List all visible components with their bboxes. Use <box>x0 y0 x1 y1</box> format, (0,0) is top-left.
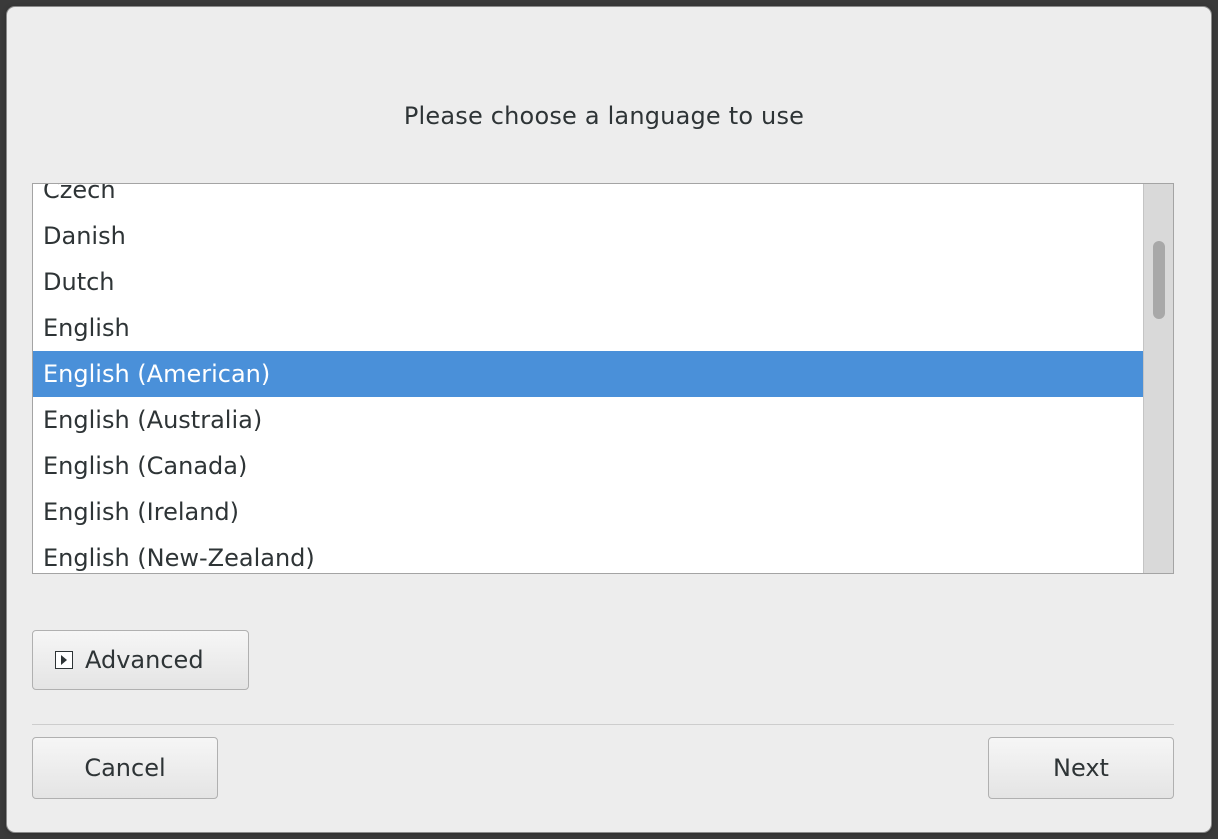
next-button[interactable]: Next <box>988 737 1174 799</box>
language-list[interactable]: Czech Danish Dutch English English (Amer… <box>32 183 1174 574</box>
cancel-button[interactable]: Cancel <box>32 737 218 799</box>
list-item-english-canada[interactable]: English (Canada) <box>33 443 1143 489</box>
list-scrollbar[interactable] <box>1143 184 1173 573</box>
scrollbar-thumb[interactable] <box>1153 241 1165 319</box>
cancel-label: Cancel <box>84 754 166 782</box>
list-item-english-australia[interactable]: English (Australia) <box>33 397 1143 443</box>
footer-separator <box>32 724 1174 725</box>
list-item-english[interactable]: English <box>33 305 1143 351</box>
list-item-english-new-zealand[interactable]: English (New-Zealand) <box>33 535 1143 573</box>
dialog-title: Please choose a language to use <box>403 102 805 130</box>
language-dialog: Please choose a language to use Czech Da… <box>7 7 1211 832</box>
advanced-label: Advanced <box>85 646 204 674</box>
list-item-english-american[interactable]: English (American) <box>33 351 1143 397</box>
list-item-czech[interactable]: Czech <box>33 184 1143 213</box>
advanced-button[interactable]: Advanced <box>32 630 249 690</box>
language-list-rows: Czech Danish Dutch English English (Amer… <box>33 184 1143 573</box>
list-item-danish[interactable]: Danish <box>33 213 1143 259</box>
list-item-english-ireland[interactable]: English (Ireland) <box>33 489 1143 535</box>
next-label: Next <box>1053 754 1109 782</box>
list-item-dutch[interactable]: Dutch <box>33 259 1143 305</box>
expander-collapsed-icon <box>55 650 73 669</box>
